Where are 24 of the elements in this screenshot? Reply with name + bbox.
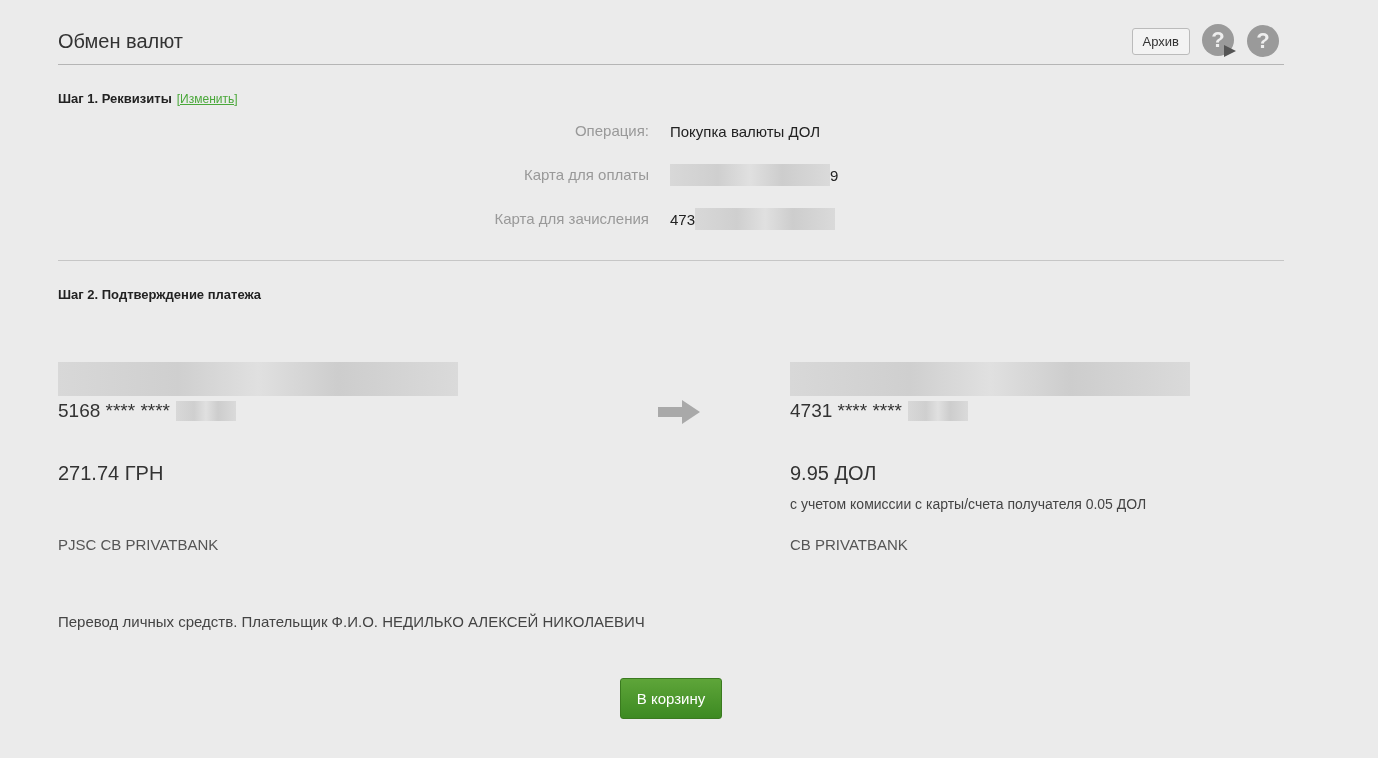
redacted-block (176, 401, 236, 421)
step-title: Шаг 1. Реквизиты (58, 91, 172, 106)
edit-link[interactable]: [Изменить] (176, 92, 238, 106)
card-number: 4731 **** **** (790, 400, 902, 422)
step-title: Шаг 2. Подтверждение платежа (58, 287, 262, 302)
field-label: Операция: (573, 122, 649, 140)
payment-purpose: Перевод личных средств. Плательщик Ф.И.О. НЕДИЛЬКО АЛЕКСЕЙ НИКОЛАЕВИЧ (58, 613, 646, 630)
commission-note: с учетом комиссии с карты/счета получателя 0.05 ДОЛ (790, 496, 1147, 512)
add-to-cart-button[interactable]: В корзину (619, 678, 723, 719)
field-label: Карта для оплаты (523, 166, 649, 184)
page-title: Обмен валют (58, 29, 183, 53)
archive-button[interactable]: Архив (1131, 27, 1190, 55)
field-label: Карта для зачисления (493, 210, 649, 228)
field-value: 9 (830, 166, 839, 184)
field-value: Покупка валюты ДОЛ (670, 122, 820, 140)
card-number: 5168 **** **** (58, 400, 170, 422)
redacted-block (908, 401, 968, 421)
bank-name: PJSC CB PRIVATBANK (58, 536, 220, 553)
amount: 9.95 ДОЛ (790, 462, 878, 485)
help-icon[interactable]: ? (1246, 24, 1280, 58)
arrow-right-icon (658, 400, 700, 424)
amount: 271.74 ГРН (58, 462, 165, 485)
bank-name: CB PRIVATBANK (790, 536, 909, 553)
field-value: 473 (670, 210, 696, 228)
